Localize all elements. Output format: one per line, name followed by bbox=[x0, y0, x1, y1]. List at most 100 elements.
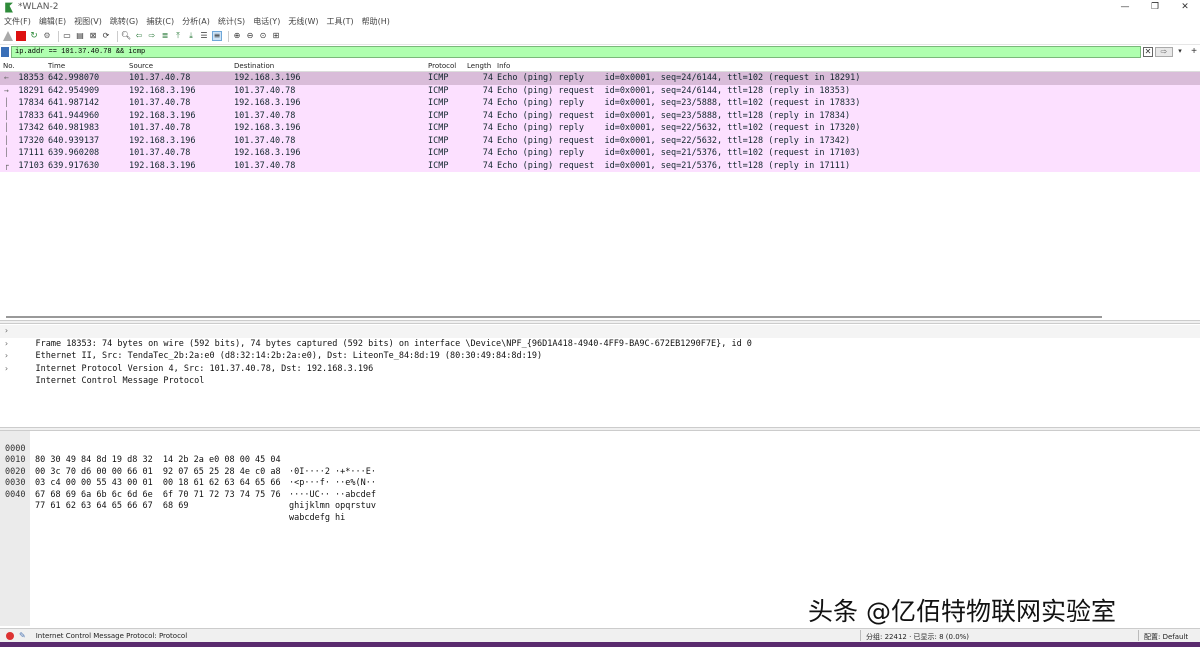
minimize-button[interactable]: — bbox=[1110, 0, 1140, 14]
menu-analyze[interactable]: 分析(A) bbox=[182, 16, 210, 27]
menu-capture[interactable]: 捕获(C) bbox=[146, 16, 174, 27]
restart-capture-icon[interactable]: ↻ bbox=[29, 31, 39, 41]
packet-list-pane: No. Time Source Destination Protocol Len… bbox=[0, 60, 1200, 320]
pane-splitter[interactable] bbox=[0, 320, 1200, 324]
go-forward-icon[interactable]: ⇨ bbox=[147, 31, 157, 41]
packet-protocol: ICMP bbox=[428, 73, 449, 83]
menu-go[interactable]: 跳转(G) bbox=[110, 16, 138, 27]
apply-filter-button[interactable]: ⇨ bbox=[1155, 47, 1173, 57]
go-to-packet-icon[interactable]: ≣ bbox=[160, 31, 170, 41]
status-bar: ✎ Internet Control Message Protocol: Pro… bbox=[0, 628, 1200, 642]
packet-source: 192.168.3.196 bbox=[129, 135, 196, 146]
colorize-icon[interactable]: ≡ bbox=[212, 31, 222, 41]
byte-line[interactable]: 0030 67 68 69 6a 6b 6c 6d 6e 6f 70 71 72… bbox=[0, 467, 376, 511]
packet-info: Echo (ping) request id=0x0001, seq=23/58… bbox=[497, 110, 851, 121]
column-header-info[interactable]: Info bbox=[497, 62, 510, 70]
packet-source: 192.168.3.196 bbox=[129, 85, 196, 96]
zoom-in-icon[interactable]: ⊕ bbox=[232, 31, 242, 41]
packet-length: 74 bbox=[482, 110, 493, 121]
packet-row[interactable]: ┌ 17103 639.917630 192.168.3.196 101.37.… bbox=[0, 159, 1200, 172]
packet-destination: 192.168.3.196 bbox=[234, 123, 301, 133]
column-header-destination[interactable]: Destination bbox=[234, 62, 274, 70]
packet-time: 642.954909 bbox=[48, 85, 100, 96]
menu-edit[interactable]: 编辑(E) bbox=[39, 16, 66, 27]
expand-arrow-icon[interactable]: › bbox=[4, 325, 9, 338]
detail-frame[interactable]: › Frame 18353: 74 bytes on wire (592 bits… bbox=[0, 325, 1200, 349]
packet-row[interactable]: │ 17342 640.981983 101.37.40.78 192.168.… bbox=[0, 122, 1200, 135]
packet-row[interactable]: │ 17833 641.944960 192.168.3.196 101.37.… bbox=[0, 109, 1200, 122]
menu-help[interactable]: 帮助(H) bbox=[362, 16, 390, 27]
packet-row[interactable]: │ 17111 639.960208 101.37.40.78 192.168.… bbox=[0, 147, 1200, 160]
menu-bar: 文件(F) 编辑(E) 视图(V) 跳转(G) 捕获(C) 分析(A) 统计(S… bbox=[0, 14, 1200, 28]
packet-row[interactable]: ← 18353 642.998070 101.37.40.78 192.168.… bbox=[0, 72, 1200, 85]
packet-destination: 192.168.3.196 bbox=[234, 148, 301, 158]
last-packet-icon[interactable]: ⤓ bbox=[186, 31, 196, 41]
close-button[interactable]: ✕ bbox=[1170, 0, 1200, 14]
edit-comment-icon[interactable]: ✎ bbox=[19, 631, 26, 640]
menu-tools[interactable]: 工具(T) bbox=[326, 16, 353, 27]
shark-fin-icon[interactable] bbox=[3, 31, 13, 41]
packet-row[interactable]: │ 17834 641.987142 101.37.40.78 192.168.… bbox=[0, 97, 1200, 110]
column-header-protocol[interactable]: Protocol bbox=[428, 62, 456, 70]
watermark-text: 头条 @亿佰特物联网实验室 bbox=[808, 597, 1116, 626]
packet-length: 74 bbox=[482, 160, 493, 171]
column-header-no[interactable]: No. bbox=[3, 62, 15, 70]
save-file-icon[interactable]: ▤ bbox=[75, 31, 85, 41]
detail-ethernet[interactable]: › Ethernet II, Src: TendaTec_2b:2a:e0 (d8… bbox=[0, 338, 1200, 362]
menu-file[interactable]: 文件(F) bbox=[4, 16, 31, 27]
packet-destination: 101.37.40.78 bbox=[234, 160, 296, 171]
zoom-out-icon[interactable]: ⊖ bbox=[245, 31, 255, 41]
clear-filter-button[interactable]: ✕ bbox=[1143, 47, 1153, 57]
profile-selector[interactable]: 配置: Default bbox=[1144, 632, 1188, 642]
go-back-icon[interactable]: ⇦ bbox=[134, 31, 144, 41]
filter-history-dropdown[interactable]: ▾ bbox=[1175, 47, 1185, 57]
capture-options-icon[interactable]: ⚙ bbox=[42, 31, 52, 41]
expand-arrow-icon[interactable]: › bbox=[4, 350, 9, 363]
byte-line[interactable]: 0040 77 61 62 63 64 65 66 67 68 69 wabcd… bbox=[0, 478, 345, 523]
detail-text: Internet Control Message Protocol bbox=[35, 376, 205, 386]
packet-source: 192.168.3.196 bbox=[129, 160, 196, 171]
expand-arrow-icon[interactable]: › bbox=[4, 363, 9, 376]
column-header-source[interactable]: Source bbox=[129, 62, 153, 70]
menu-statistics[interactable]: 统计(S) bbox=[218, 16, 245, 27]
menu-telephony[interactable]: 电话(Y) bbox=[253, 16, 280, 27]
packet-protocol: ICMP bbox=[428, 110, 449, 121]
resize-columns-icon[interactable]: ⊞ bbox=[271, 31, 281, 41]
maximize-button[interactable]: ❐ bbox=[1140, 0, 1170, 14]
packet-info: Echo (ping) reply id=0x0001, seq=24/6144… bbox=[497, 73, 861, 83]
filter-bookmark-icon[interactable] bbox=[1, 47, 9, 57]
column-header-length[interactable]: Length bbox=[467, 62, 491, 70]
normal-size-icon[interactable]: ⊙ bbox=[258, 31, 268, 41]
column-header-time[interactable]: Time bbox=[48, 62, 65, 70]
auto-scroll-icon[interactable]: ☰ bbox=[199, 31, 209, 41]
find-packet-icon[interactable]: 🔍︎ bbox=[121, 31, 131, 41]
close-file-icon[interactable]: ⊠ bbox=[88, 31, 98, 41]
byte-line[interactable]: 0010 00 3c 70 d6 00 00 66 01 92 07 65 25… bbox=[0, 444, 376, 488]
menu-wireless[interactable]: 无线(W) bbox=[288, 16, 318, 27]
reload-icon[interactable]: ⟳ bbox=[101, 31, 111, 41]
expert-info-icon[interactable] bbox=[6, 631, 14, 640]
packet-no: 18291 bbox=[18, 85, 44, 96]
stop-capture-icon[interactable] bbox=[16, 31, 26, 41]
open-file-icon[interactable]: ▭ bbox=[62, 31, 72, 41]
packet-protocol: ICMP bbox=[428, 98, 449, 108]
byte-ascii: ····UC·· ··abcdef bbox=[289, 489, 376, 500]
main-toolbar: ↻ ⚙ ▭ ▤ ⊠ ⟳ 🔍︎ ⇦ ⇨ ≣ ⤒ ⤓ ☰ ≡ ⊕ ⊖ ⊙ ⊞ bbox=[0, 28, 1200, 45]
expand-arrow-icon[interactable]: › bbox=[4, 338, 9, 351]
taskbar-edge bbox=[0, 642, 1200, 647]
detail-icmp[interactable]: › Internet Control Message Protocol bbox=[0, 363, 1200, 387]
byte-line[interactable]: 0000 80 30 49 84 8d 19 d8 32 14 2b 2a e0… bbox=[0, 432, 376, 477]
packet-length: 74 bbox=[482, 73, 493, 83]
add-filter-button[interactable]: + bbox=[1189, 47, 1199, 57]
byte-line[interactable]: 0020 03 c4 00 00 55 43 00 01 00 18 61 62… bbox=[0, 455, 376, 500]
packet-row[interactable]: → 18291 642.954909 192.168.3.196 101.37.… bbox=[0, 84, 1200, 97]
detail-ipv4[interactable]: › Internet Protocol Version 4, Src: 101.3… bbox=[0, 350, 1200, 374]
packet-destination: 101.37.40.78 bbox=[234, 135, 296, 146]
packet-row[interactable]: │ 17320 640.939137 192.168.3.196 101.37.… bbox=[0, 134, 1200, 147]
packet-length: 74 bbox=[482, 148, 493, 158]
scrollbar-thumb[interactable] bbox=[6, 316, 1102, 318]
first-packet-icon[interactable]: ⤒ bbox=[173, 31, 183, 41]
display-filter-input[interactable]: ip.addr == 101.37.40.78 && icmp bbox=[11, 46, 1141, 58]
packet-no: 18353 bbox=[18, 73, 44, 83]
menu-view[interactable]: 视图(V) bbox=[74, 16, 102, 27]
